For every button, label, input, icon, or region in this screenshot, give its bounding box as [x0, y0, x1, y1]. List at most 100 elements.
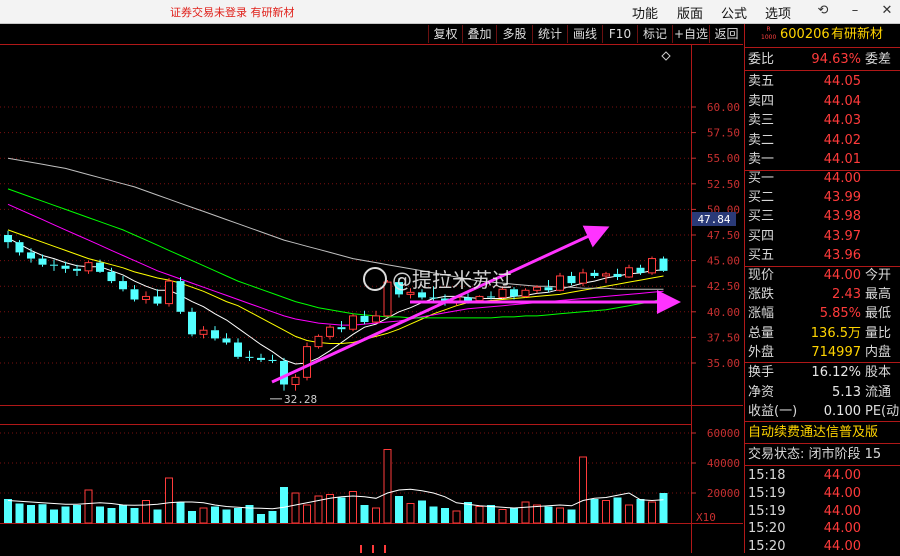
stat-row-3: 总量 136.5万 量比: [745, 324, 900, 343]
candle-body-up: [521, 289, 530, 297]
stat-row-4-label2: 内盘: [865, 344, 892, 360]
menu-function[interactable]: 功能: [632, 3, 658, 22]
draw-line-button[interactable]: 画线: [567, 25, 602, 43]
stat2-row-1-label2: 流通: [865, 384, 892, 400]
quote-panel: R 1000 600206 有研新材 委比 94.63% 委差 自动续费通达信普及…: [744, 24, 900, 556]
volume-bar-down: [487, 505, 495, 523]
ma20-line: [7, 203, 664, 326]
volume-tick-label: 40000: [707, 457, 740, 470]
chart-toolbar: 复权 叠加 多股 统计 画线 F10 标记 +自选 返回: [0, 24, 743, 44]
mark-button[interactable]: 标记: [637, 25, 672, 43]
bid-row-2-label: 买二: [748, 190, 775, 206]
stat-row-1-label2: 最高: [865, 287, 892, 303]
candle-body-down: [4, 235, 12, 243]
volume-bar-down: [222, 509, 231, 523]
stat-row-2-label2: 最低: [865, 306, 892, 322]
volume-bar-up: [648, 501, 656, 524]
ask-row-2-value: 44.02: [823, 132, 861, 148]
candle-body-down: [38, 258, 47, 265]
minimize-icon[interactable]: –: [846, 2, 864, 20]
volume-bar-up: [84, 489, 93, 524]
candle-body-down: [107, 271, 116, 282]
volume-bar-up: [556, 507, 564, 524]
candle-body-down: [50, 264, 58, 266]
multi-stock-button[interactable]: 多股: [496, 25, 532, 43]
stat-row-0-value: 44.00: [823, 268, 861, 283]
volume-ma-line: [7, 488, 664, 510]
volume-indicator-bar: [372, 545, 374, 553]
f10-button[interactable]: F10: [602, 25, 637, 43]
tick-row-3-label: 15:20: [748, 521, 786, 537]
menu-layout[interactable]: 版面: [677, 3, 703, 22]
menu-formula[interactable]: 公式: [721, 3, 747, 22]
price-tick-label: 45.00: [707, 255, 740, 268]
weibo-logo-icon: [363, 267, 387, 291]
tick-row-3: 15:20 44.00: [745, 519, 900, 538]
ask-row-5-label: 卖五: [748, 74, 775, 89]
candle-body-up: [579, 272, 587, 284]
volume-bar-down: [96, 506, 104, 523]
stat2-row-2-label2: PE(动: [865, 404, 900, 419]
volume-bar-up: [498, 509, 507, 524]
tick-row-3-value: 44.00: [823, 521, 861, 537]
candle-body-down: [487, 296, 495, 298]
stat-row-1-value: 2.43: [832, 287, 861, 303]
diamond-icon[interactable]: [661, 51, 671, 61]
volume-bar-up: [452, 510, 461, 524]
bid-row-3-label: 买三: [748, 209, 775, 225]
tick-row-2-value: 44.00: [823, 503, 861, 519]
ticker-text: 自动续费通达信普及版: [748, 425, 879, 440]
candle-body-up: [372, 315, 380, 323]
top-menu-bar: 证券交易未登录 有研新材 功能 版面 公式 选项 ⟲ – ✕: [0, 0, 900, 24]
tick-row-4-value: 44.00: [823, 539, 861, 555]
volume-bar-down: [395, 496, 403, 523]
candle-body-down: [188, 311, 196, 335]
ask-row-1-value: 44.01: [823, 152, 861, 167]
ask-row-5-value: 44.05: [823, 74, 861, 89]
stat2-row-0: 换手 16.12% 股本: [745, 363, 900, 382]
stat-row-0-label: 现价: [748, 268, 775, 283]
price-tick-label: 42.50: [707, 280, 740, 293]
volume-bar-up: [291, 492, 300, 524]
volume-bar-down: [257, 514, 265, 523]
back-button[interactable]: 返回: [709, 25, 743, 43]
tick-row-1-label: 15:19: [748, 485, 786, 501]
candle-body-down: [245, 356, 254, 358]
ask-row-4: 卖四 44.04: [745, 92, 900, 111]
price-tick-label: 40.00: [707, 306, 740, 319]
stock-name: 有研新材: [831, 27, 884, 42]
volume-bar-down: [234, 508, 242, 523]
ask-row-2-label: 卖二: [748, 132, 775, 148]
candle-body-down: [567, 275, 576, 284]
candle-body-down: [73, 268, 81, 271]
volume-bar-down: [107, 508, 116, 523]
volume-bar-down: [4, 499, 12, 523]
tick-row-4-label: 15:20: [748, 539, 786, 555]
restore-icon[interactable]: ⟲: [814, 2, 832, 20]
overlay-button[interactable]: 叠加: [462, 25, 496, 43]
stat-row-4: 外盘 714997 内盘: [745, 343, 900, 362]
volume-bar-up: [475, 506, 484, 524]
add-favorite-button[interactable]: +自选: [672, 25, 709, 43]
weibi-row: 委比 94.63% 委差: [745, 50, 900, 69]
ask-row-4-label: 卖四: [748, 93, 775, 109]
statistics-button[interactable]: 统计: [532, 25, 567, 43]
volume-bar-down: [510, 508, 518, 523]
tick-row-4: 15:20 44.00: [745, 537, 900, 556]
fuquan-button[interactable]: 复权: [428, 25, 462, 43]
volume-bar-up: [579, 456, 587, 524]
candle-body-up: [625, 267, 633, 278]
menu-options[interactable]: 选项: [765, 3, 791, 22]
ma60-line: [7, 188, 664, 319]
close-icon[interactable]: ✕: [878, 2, 896, 20]
ask-row-4-value: 44.04: [823, 93, 861, 109]
volume-bar-down: [590, 499, 599, 523]
candle-body-down: [464, 297, 472, 301]
kline-chart[interactable]: 60.0057.5055.0052.5050.0047.5045.0042.50…: [0, 44, 743, 553]
candle-body-down: [590, 272, 599, 276]
stat2-row-2-value: 0.100: [823, 404, 861, 419]
volume-bar-up: [602, 500, 610, 524]
candle-body-up: [326, 326, 334, 337]
bid-row-3: 买三 43.98: [745, 207, 900, 226]
volume-bar-up: [372, 507, 380, 524]
